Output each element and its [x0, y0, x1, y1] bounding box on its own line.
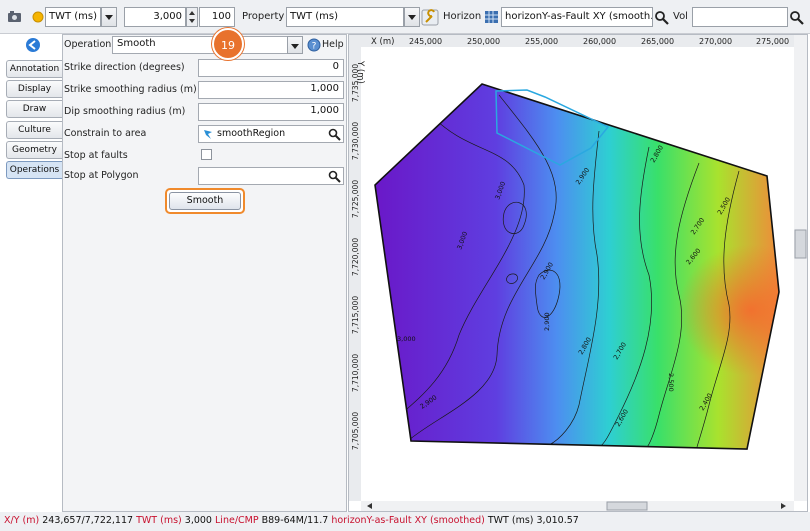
y-tick-label: 7,720,000: [351, 238, 360, 276]
camera-icon[interactable]: [6, 7, 24, 27]
tab-annotation[interactable]: Annotation: [6, 60, 62, 78]
horizontal-scroll-thumb[interactable]: [606, 501, 648, 511]
stop-faults-label: Stop at faults: [64, 150, 128, 161]
tab-culture[interactable]: Culture: [6, 121, 62, 139]
help-link[interactable]: Help: [322, 39, 344, 50]
status-bar: X/Y (m) 243,657/7,722,117 TWT (ms) 3,000…: [0, 512, 810, 531]
operation-select[interactable]: Smooth: [112, 36, 288, 54]
operation-dropdown-arrow[interactable]: [287, 36, 303, 54]
constrain-area-label: Constrain to area: [64, 128, 147, 139]
status-horizon-twt: TWT (ms) 3,010.57: [487, 515, 579, 526]
horizon-grid-icon: [483, 7, 501, 27]
horizon-select[interactable]: horizonY-as-Fault XY (smooth...: [501, 7, 653, 27]
status-xy-label: X/Y (m): [4, 515, 40, 526]
stop-polygon-field[interactable]: [198, 167, 344, 185]
tab-display[interactable]: Display: [6, 80, 62, 98]
vol-label: Vol: [673, 11, 688, 22]
y-tick-label: 7,705,000: [351, 412, 360, 450]
status-line-value: B89-64M/11.7: [261, 515, 329, 526]
dip-radius-input[interactable]: 1,000: [198, 103, 344, 121]
x-tick-label: 250,000: [467, 37, 500, 46]
stop-faults-checkbox[interactable]: [201, 149, 212, 160]
horizon-search-icon[interactable]: [653, 7, 671, 27]
smooth-button[interactable]: Smooth: [165, 188, 245, 214]
constrain-area-field[interactable]: smoothRegion: [198, 125, 344, 143]
status-horizon-name: horizonY-as-Fault XY (smoothed): [331, 515, 485, 526]
domain-select[interactable]: TWT (ms): [45, 7, 101, 27]
property-label: Property: [242, 11, 285, 22]
svg-text:?: ?: [312, 42, 317, 52]
horizon-label: Horizon: [443, 11, 482, 22]
strike-radius-label: Strike smoothing radius (m): [64, 84, 197, 95]
constrain-area-value: smoothRegion: [217, 128, 286, 139]
map-canvas[interactable]: X (m) Y (m) 245,000 250,000 255,000 260,000…: [349, 35, 807, 511]
z-value-input[interactable]: 3,000: [124, 7, 186, 27]
step-input[interactable]: 100: [199, 7, 235, 27]
constrain-search-icon[interactable]: [328, 128, 341, 141]
y-tick-label: 7,715,000: [351, 296, 360, 334]
tab-geometry[interactable]: Geometry: [6, 141, 62, 159]
status-line-label: Line/CMP: [215, 515, 259, 526]
vol-select[interactable]: [692, 7, 788, 27]
toolbar: TWT (ms) 3,000 100 Property TWT (ms) Hor…: [0, 0, 810, 34]
x-tick-label: 255,000: [525, 37, 558, 46]
wrench-icon[interactable]: [421, 7, 439, 27]
tab-operations[interactable]: Operations: [6, 161, 62, 179]
contour-label: 2,500: [667, 373, 675, 392]
map-view[interactable]: X (m) Y (m) 245,000 250,000 255,000 260,000…: [348, 34, 808, 512]
x-tick-label: 265,000: [641, 37, 674, 46]
y-tick-label: 7,735,000: [351, 64, 360, 102]
stop-polygon-label: Stop at Polygon: [64, 170, 139, 181]
vertical-scroll-thumb[interactable]: [794, 229, 807, 259]
property-dropdown-arrow[interactable]: [404, 7, 420, 27]
x-tick-label: 260,000: [583, 37, 616, 46]
smooth-button-label: Smooth: [169, 192, 241, 210]
horizontal-scrollbar[interactable]: [361, 501, 794, 511]
x-tick-label: 270,000: [699, 37, 732, 46]
status-xy-value: 243,657/7,722,117: [42, 515, 134, 526]
z-spinner[interactable]: [186, 7, 198, 27]
strike-radius-input[interactable]: 1,000: [198, 81, 344, 99]
contour-label: 3,000: [397, 335, 416, 343]
tab-draw[interactable]: Draw: [6, 100, 62, 118]
callout-badge: 19: [212, 28, 244, 60]
dip-radius-label: Dip smoothing radius (m): [64, 106, 186, 117]
x-axis-title: X (m): [371, 37, 394, 47]
x-tick-label: 275,000: [756, 37, 789, 46]
operation-label: Operation: [64, 39, 112, 50]
domain-dropdown-arrow[interactable]: [101, 7, 117, 27]
y-tick-label: 7,730,000: [351, 122, 360, 160]
help-icon[interactable]: ?: [307, 38, 321, 52]
strike-direction-input[interactable]: 0: [198, 59, 344, 77]
back-arrow-icon: [26, 38, 40, 52]
x-tick-label: 245,000: [409, 37, 442, 46]
status-twt-label: TWT (ms): [136, 515, 182, 526]
horizon-surface-highlight: [375, 84, 779, 449]
region-flag-icon: [204, 130, 212, 139]
polygon-search-icon[interactable]: [328, 170, 341, 183]
y-tick-label: 7,710,000: [351, 354, 360, 392]
contour-label: 2,900: [543, 312, 551, 331]
y-tick-label: 7,725,000: [351, 180, 360, 218]
vertical-scrollbar[interactable]: [794, 35, 807, 501]
status-twt-value: 3,000: [184, 515, 212, 526]
vol-search-icon[interactable]: [788, 7, 806, 27]
property-select[interactable]: TWT (ms): [286, 7, 404, 27]
back-button[interactable]: [25, 37, 41, 53]
strike-direction-label: Strike direction (degrees): [64, 62, 185, 73]
